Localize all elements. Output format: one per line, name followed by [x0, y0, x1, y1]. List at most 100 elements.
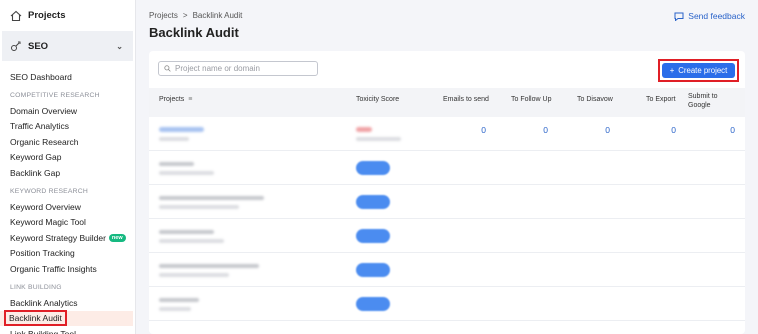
send-feedback-label: Send feedback: [688, 11, 745, 21]
col-submit-line2: Google: [688, 102, 711, 109]
table-row[interactable]: [149, 185, 745, 219]
search-icon: [164, 65, 171, 72]
sidebar-item-keyword-strategy-builder[interactable]: Keyword Strategy Builder new: [0, 230, 135, 246]
feedback-icon: [674, 12, 684, 21]
project-name-blurred[interactable]: [159, 127, 204, 132]
col-submit[interactable]: Submit to Google: [688, 92, 718, 110]
sidebar-item-backlink-gap[interactable]: Backlink Gap: [0, 165, 135, 181]
export-count[interactable]: 0: [656, 125, 676, 135]
sidebar-item-keyword-gap[interactable]: Keyword Gap: [0, 150, 135, 166]
sidebar-item-label: Position Tracking: [10, 248, 75, 259]
sidebar-item-position-tracking[interactable]: Position Tracking: [0, 246, 135, 262]
breadcrumb: Projects > Backlink Audit: [149, 11, 242, 20]
project-name-blurred[interactable]: [159, 162, 194, 166]
create-project-highlight: + Create project: [658, 59, 739, 82]
project-name-blurred[interactable]: [159, 230, 214, 234]
sidebar-item-backlink-analytics[interactable]: Backlink Analytics: [0, 295, 135, 311]
setup-button-blurred[interactable]: [356, 161, 390, 175]
projects-nav-label: Projects: [28, 10, 66, 21]
project-domain-blurred: [159, 307, 191, 311]
setup-button-blurred[interactable]: [356, 263, 390, 277]
sidebar-item-label: Backlink Analytics: [10, 297, 78, 308]
sidebar-item-domain-overview[interactable]: Domain Overview: [0, 103, 135, 119]
table-row[interactable]: [149, 253, 745, 287]
disavow-count[interactable]: 0: [590, 125, 610, 135]
sidebar-item-traffic-analytics[interactable]: Traffic Analytics: [0, 119, 135, 135]
sidebar-item-label: Keyword Magic Tool: [10, 217, 86, 228]
project-domain-blurred: [159, 137, 189, 141]
col-follow-up[interactable]: To Follow Up: [511, 96, 551, 103]
sidebar-item-label: Keyword Gap: [10, 152, 62, 163]
follow-up-count[interactable]: 0: [528, 125, 548, 135]
sidebar-item-label: SEO Dashboard: [10, 71, 72, 82]
sidebar-item-label: Backlink Audit: [4, 310, 67, 327]
create-project-button[interactable]: + Create project: [662, 63, 735, 78]
search-placeholder: Project name or domain: [175, 64, 260, 73]
setup-button-blurred[interactable]: [356, 195, 390, 209]
sidebar-item-keyword-overview[interactable]: Keyword Overview: [0, 199, 135, 215]
sidebar-item-organic-research[interactable]: Organic Research: [0, 134, 135, 150]
projects-nav[interactable]: Projects: [0, 0, 135, 31]
project-domain-blurred: [159, 205, 239, 209]
table-row[interactable]: [149, 219, 745, 253]
sidebar-item-label: Link Building Tool: [10, 328, 76, 334]
col-export[interactable]: To Export: [646, 96, 676, 103]
toxicity-blurred: [356, 127, 372, 132]
sidebar-item-keyword-magic-tool[interactable]: Keyword Magic Tool: [0, 215, 135, 231]
main-content: Projects > Backlink Audit Send feedback …: [136, 0, 758, 334]
sidebar-item-label: Traffic Analytics: [10, 121, 70, 132]
project-name-blurred[interactable]: [159, 264, 259, 268]
sidebar-item-label: Keyword Strategy Builder: [10, 232, 106, 243]
project-name-blurred[interactable]: [159, 298, 199, 302]
chevron-down-icon: ⌄: [116, 41, 123, 51]
table-row[interactable]: [149, 287, 745, 321]
setup-button-blurred[interactable]: [356, 297, 390, 311]
sidebar-item-label: Domain Overview: [10, 105, 78, 116]
submit-count[interactable]: 0: [715, 125, 735, 135]
col-disavow[interactable]: To Disavow: [577, 96, 613, 103]
project-domain-blurred: [159, 171, 214, 175]
col-submit-line1: Submit to: [688, 93, 718, 100]
send-feedback-link[interactable]: Send feedback: [674, 11, 745, 21]
toxicity-meta-blurred: [356, 137, 401, 141]
sidebar-item-organic-traffic-insights[interactable]: Organic Traffic Insights: [0, 261, 135, 277]
sidebar-section-link-building: LINK BUILDING: [10, 283, 62, 291]
seo-icon: [11, 41, 21, 51]
page-title: Backlink Audit: [149, 25, 239, 40]
breadcrumb-current: Backlink Audit: [192, 11, 243, 20]
emails-count[interactable]: 0: [466, 125, 486, 135]
sidebar-item-label: Organic Research: [10, 136, 79, 147]
sidebar-section-competitive-research: COMPETITIVE RESEARCH: [10, 91, 100, 99]
search-input[interactable]: Project name or domain: [158, 61, 318, 76]
sidebar: Projects SEO ⌄ SEO Dashboard COMPETITIVE …: [0, 0, 136, 334]
setup-button-blurred[interactable]: [356, 229, 390, 243]
projects-card: Project name or domain + Create project …: [149, 51, 745, 334]
sidebar-item-backlink-audit[interactable]: Backlink Audit: [0, 310, 133, 327]
breadcrumb-projects[interactable]: Projects: [149, 11, 178, 20]
sidebar-menu: SEO Dashboard COMPETITIVE RESEARCH Domain …: [0, 61, 135, 334]
new-badge: new: [108, 233, 126, 242]
project-domain-blurred: [159, 273, 229, 277]
col-emails[interactable]: Emails to send: [443, 96, 489, 103]
col-projects-label: Projects: [159, 96, 185, 103]
project-name-blurred[interactable]: [159, 196, 264, 200]
create-project-label: Create project: [678, 66, 728, 75]
project-domain-blurred: [159, 239, 224, 243]
sidebar-item-label: Organic Traffic Insights: [10, 263, 97, 274]
col-projects[interactable]: Projects ≡: [159, 96, 192, 103]
sort-icon: ≡: [186, 96, 193, 103]
table-row[interactable]: [149, 151, 745, 185]
seo-toolkit-label: SEO: [28, 40, 49, 52]
home-icon: [10, 10, 22, 21]
col-toxicity[interactable]: Toxicity Score: [356, 96, 399, 103]
sidebar-item-seo-dashboard[interactable]: SEO Dashboard: [0, 69, 135, 85]
sidebar-item-label: Backlink Gap: [10, 167, 61, 178]
table-header: Projects ≡ Toxicity Score Emails to send…: [149, 88, 745, 117]
sidebar-item-label: Keyword Overview: [10, 201, 81, 212]
sidebar-item-link-building-tool[interactable]: Link Building Tool: [0, 326, 135, 334]
table-row[interactable]: 0 0 0 0 0: [149, 117, 745, 151]
sidebar-section-keyword-research: KEYWORD RESEARCH: [10, 187, 88, 195]
plus-icon: +: [669, 66, 675, 75]
breadcrumb-separator: >: [182, 11, 188, 20]
seo-toolkit-toggle[interactable]: SEO ⌄: [2, 31, 133, 61]
